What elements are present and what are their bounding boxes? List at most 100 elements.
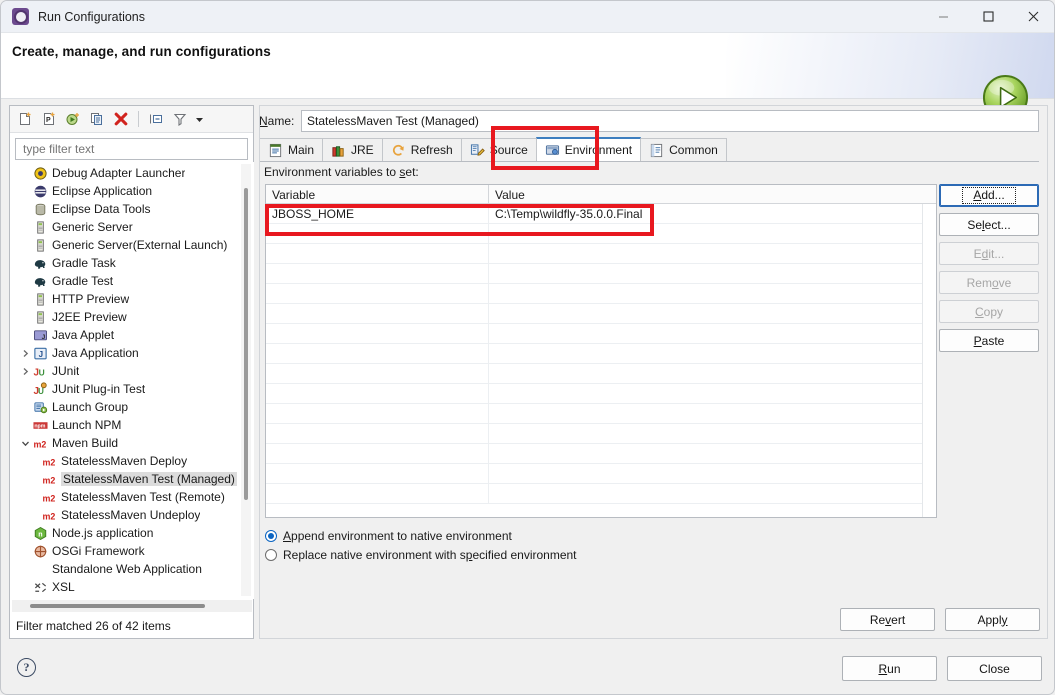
table-row-empty[interactable] bbox=[266, 224, 936, 244]
view-menu-arrow-icon[interactable] bbox=[193, 108, 206, 130]
tree-item-statelessmaven-deploy[interactable]: m2 StatelessMaven Deploy bbox=[11, 452, 254, 470]
radio-replace-environment[interactable]: Replace native environment with specifie… bbox=[265, 545, 577, 564]
configurations-tree[interactable]: Debug Adapter Launcher Eclipse Applicatio… bbox=[11, 162, 254, 599]
tab-bar: Main JRE Refresh Source Environment Common bbox=[259, 137, 1039, 162]
tree-item-label: Debug Adapter Launcher bbox=[52, 166, 186, 180]
close-icon[interactable] bbox=[1011, 1, 1054, 33]
tree-toolbar: P bbox=[10, 106, 253, 133]
chevron-right-icon[interactable] bbox=[19, 367, 32, 376]
java-application-icon: J bbox=[32, 345, 48, 361]
column-header-variable[interactable]: Variable bbox=[266, 185, 489, 204]
radio-button-indicator[interactable] bbox=[265, 529, 277, 542]
radio-append-environment[interactable]: Append environment to native environment bbox=[265, 526, 577, 545]
tree-item-xsl[interactable]: XSL bbox=[11, 578, 254, 596]
tree-item-statelessmaven-test-remote[interactable]: m2 StatelessMaven Test (Remote) bbox=[11, 488, 254, 506]
tab-source[interactable]: Source bbox=[460, 138, 537, 161]
close-button[interactable]: Close bbox=[947, 656, 1042, 681]
tab-label: Main bbox=[288, 143, 315, 157]
new-configuration-icon[interactable] bbox=[14, 108, 36, 130]
environment-variables-table[interactable]: Variable Value JBOSS_HOME C:\Temp\wildfly… bbox=[265, 184, 937, 518]
tree-item-eclipse-data-tools[interactable]: Eclipse Data Tools bbox=[11, 200, 254, 218]
select-button[interactable]: Select... bbox=[939, 213, 1039, 236]
tree-item-java-applet[interactable]: J Java Applet bbox=[11, 326, 254, 344]
tree-item-osgi-framework[interactable]: OSGi Framework bbox=[11, 542, 254, 560]
table-row-empty[interactable] bbox=[266, 304, 936, 324]
apply-button[interactable]: Appl y bbox=[945, 608, 1040, 631]
delete-icon[interactable] bbox=[110, 108, 132, 130]
tree-horizontal-scrollbar[interactable] bbox=[12, 600, 252, 612]
tree-item-java-application[interactable]: J Java Application bbox=[11, 344, 254, 362]
maximize-icon[interactable] bbox=[966, 1, 1011, 33]
tree-item-statelessmaven-undeploy[interactable]: m2 StatelessMaven Undeploy bbox=[11, 506, 254, 524]
tree-vertical-scroll-thumb[interactable] bbox=[244, 188, 248, 500]
dialog-header: Create, manage, and run configurations bbox=[1, 33, 1054, 121]
tree-item-statelessmaven-test-managed[interactable]: m2 StatelessMaven Test (Managed) bbox=[11, 470, 254, 488]
none bbox=[32, 561, 48, 577]
table-row-empty[interactable] bbox=[266, 464, 936, 484]
tree-item-gradle-task[interactable]: Gradle Task bbox=[11, 254, 254, 272]
table-row-empty[interactable] bbox=[266, 484, 936, 504]
table-row-empty[interactable] bbox=[266, 424, 936, 444]
tab-common[interactable]: Common bbox=[640, 138, 727, 161]
edit-button-label: Edit... bbox=[973, 246, 1005, 261]
new-prototype-icon[interactable]: P bbox=[38, 108, 60, 130]
cell-variable bbox=[266, 344, 489, 363]
table-row-empty[interactable] bbox=[266, 244, 936, 264]
tree-item-http-preview[interactable]: HTTP Preview bbox=[11, 290, 254, 308]
filter-input-wrapper[interactable] bbox=[15, 138, 248, 160]
column-header-value[interactable]: Value bbox=[489, 185, 936, 204]
search-input[interactable] bbox=[21, 141, 242, 157]
svg-text:npm: npm bbox=[34, 423, 45, 429]
svg-text:m2: m2 bbox=[42, 475, 55, 485]
tree-item-junit[interactable]: J U JUnit bbox=[11, 362, 254, 380]
tree-item-launch-group[interactable]: Launch Group bbox=[11, 398, 254, 416]
table-vertical-scrollbar[interactable] bbox=[922, 204, 936, 517]
table-row-empty[interactable] bbox=[266, 344, 936, 364]
filter-icon[interactable] bbox=[169, 108, 191, 130]
tree-item-label: Generic Server(External Launch) bbox=[52, 238, 228, 252]
title-bar: Run Configurations bbox=[1, 1, 1054, 33]
tree-item-maven-build[interactable]: m2 Maven Build bbox=[11, 434, 254, 452]
tab-jre[interactable]: JRE bbox=[322, 138, 383, 161]
table-row-empty[interactable] bbox=[266, 284, 936, 304]
tab-refresh[interactable]: Refresh bbox=[381, 138, 462, 161]
tree-item-launch-npm[interactable]: npm Launch NPM bbox=[11, 416, 254, 434]
select-button-label: Select... bbox=[967, 217, 1011, 232]
tree-item-eclipse-application[interactable]: Eclipse Application bbox=[11, 182, 254, 200]
table-row-empty[interactable] bbox=[266, 264, 936, 284]
tree-item-junit-plug-in-test[interactable]: J U JUnit Plug-in Test bbox=[11, 380, 254, 398]
table-row-empty[interactable] bbox=[266, 364, 936, 384]
collapse-all-icon[interactable] bbox=[145, 108, 167, 130]
tree-item-standalone-web-application[interactable]: Standalone Web Application bbox=[11, 560, 254, 578]
run-button[interactable]: Run bbox=[842, 656, 937, 681]
tree-item-label: StatelessMaven Test (Remote) bbox=[61, 490, 225, 504]
tree-vertical-scrollbar[interactable] bbox=[241, 164, 251, 596]
tree-item-generic-server-external-launch[interactable]: Generic Server(External Launch) bbox=[11, 236, 254, 254]
duplicate-icon[interactable] bbox=[86, 108, 108, 130]
tree-item-label: Node.js application bbox=[52, 526, 154, 540]
tab-main[interactable]: Main bbox=[259, 138, 324, 161]
table-row[interactable]: JBOSS_HOME C:\Temp\wildfly-35.0.0.Final bbox=[266, 204, 936, 224]
tree-item-debug-adapter-launcher[interactable]: Debug Adapter Launcher bbox=[11, 164, 254, 182]
add-button[interactable]: Add... bbox=[939, 184, 1039, 207]
revert-button[interactable]: Re v ert bbox=[840, 608, 935, 631]
config-name-input[interactable]: StatelessMaven Test (Managed) bbox=[301, 110, 1039, 132]
chevron-right-icon[interactable] bbox=[19, 349, 32, 358]
tree-item-gradle-test[interactable]: Gradle Test bbox=[11, 272, 254, 290]
tree-item-generic-server[interactable]: Generic Server bbox=[11, 218, 254, 236]
source-tab-icon bbox=[470, 143, 485, 158]
radio-button-indicator[interactable] bbox=[265, 548, 277, 561]
new-launch-group-icon[interactable] bbox=[62, 108, 84, 130]
help-icon[interactable]: ? bbox=[17, 658, 36, 677]
table-row-empty[interactable] bbox=[266, 384, 936, 404]
chevron-down-icon[interactable] bbox=[19, 439, 32, 448]
table-row-empty[interactable] bbox=[266, 444, 936, 464]
tree-item-node-js-application[interactable]: n Node.js application bbox=[11, 524, 254, 542]
minimize-icon[interactable] bbox=[921, 1, 966, 33]
paste-button[interactable]: Paste bbox=[939, 329, 1039, 352]
table-row-empty[interactable] bbox=[266, 404, 936, 424]
tree-item-j2ee-preview[interactable]: J2EE Preview bbox=[11, 308, 254, 326]
table-row-empty[interactable] bbox=[266, 324, 936, 344]
tree-horizontal-scroll-thumb[interactable] bbox=[30, 604, 205, 608]
tab-environment[interactable]: Environment bbox=[535, 137, 642, 161]
